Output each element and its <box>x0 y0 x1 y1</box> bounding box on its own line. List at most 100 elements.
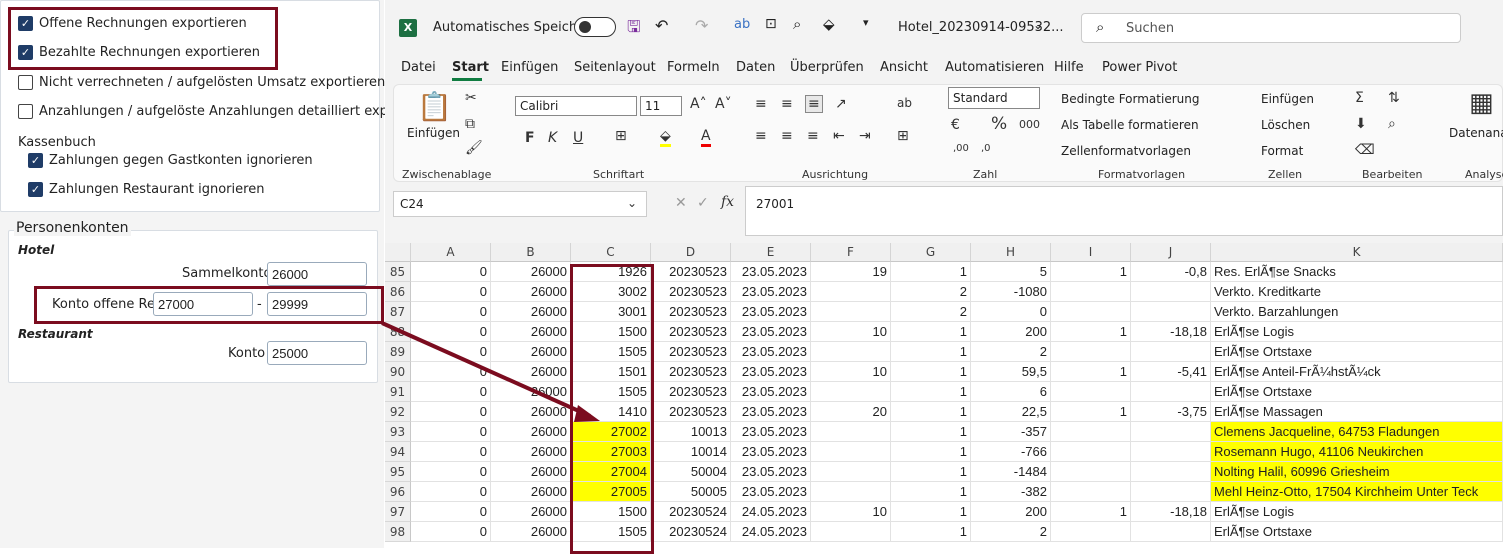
cell-h89[interactable]: 2 <box>971 342 1051 362</box>
font-color-icon[interactable]: A <box>701 128 711 147</box>
shrink-font-icon[interactable]: A˅ <box>715 96 732 112</box>
data-analysis-icon[interactable]: ▦ <box>1469 88 1494 118</box>
data-analysis-label[interactable]: Datenanal <box>1449 126 1503 140</box>
cell-j94[interactable] <box>1131 442 1211 462</box>
cell-e91[interactable]: 23.05.2023 <box>731 382 811 402</box>
fill-color-icon[interactable]: ⬙ <box>823 15 835 33</box>
cell-j95[interactable] <box>1131 462 1211 482</box>
cell-d92[interactable]: 20230523 <box>651 402 731 422</box>
column-header-j[interactable]: J <box>1131 243 1211 262</box>
cell-f97[interactable]: 10 <box>811 502 891 522</box>
cell-d96[interactable]: 50005 <box>651 482 731 502</box>
function-icon[interactable]: fx <box>721 194 734 210</box>
cell-e89[interactable]: 23.05.2023 <box>731 342 811 362</box>
row-header[interactable]: 91 <box>385 382 411 402</box>
align-middle-icon[interactable]: ≡ <box>781 96 793 112</box>
cell-e96[interactable]: 23.05.2023 <box>731 482 811 502</box>
cell-a88[interactable]: 0 <box>411 322 491 342</box>
cell-j96[interactable] <box>1131 482 1211 502</box>
tab-power-pivot[interactable]: Power Pivot <box>1102 60 1177 75</box>
cell-b87[interactable]: 26000 <box>491 302 571 322</box>
indent-increase-icon[interactable]: ⇥ <box>859 128 871 144</box>
column-header-k[interactable]: K <box>1211 243 1503 262</box>
font-select[interactable]: Calibri <box>515 96 637 116</box>
konto-input[interactable] <box>267 341 367 365</box>
fill-icon[interactable]: ⬇ <box>1355 116 1367 132</box>
chevron-down-icon[interactable]: ⌄ <box>627 196 637 210</box>
column-header-a[interactable]: A <box>411 243 491 262</box>
paste-icon[interactable]: 📋 <box>417 90 452 123</box>
bold-icon[interactable]: F <box>525 130 535 146</box>
cell-k93[interactable]: Clemens Jacqueline, 64753 Fladungen <box>1211 422 1503 442</box>
cell-k95[interactable]: Nolting Halil, 60996 Griesheim <box>1211 462 1503 482</box>
cell-h91[interactable]: 6 <box>971 382 1051 402</box>
cell-d93[interactable]: 10013 <box>651 422 731 442</box>
row-header[interactable]: 93 <box>385 422 411 442</box>
cell-f94[interactable] <box>811 442 891 462</box>
increase-decimal-icon[interactable]: ,00 <box>953 143 969 154</box>
column-header-e[interactable]: E <box>731 243 811 262</box>
spelling-icon[interactable]: ab <box>734 17 750 32</box>
cell-d87[interactable]: 20230523 <box>651 302 731 322</box>
italic-icon[interactable]: K <box>548 130 557 146</box>
cell-i87[interactable] <box>1051 302 1131 322</box>
row-header[interactable]: 95 <box>385 462 411 482</box>
percent-icon[interactable]: % <box>991 114 1007 134</box>
cell-a87[interactable]: 0 <box>411 302 491 322</box>
cell-g96[interactable]: 1 <box>891 482 971 502</box>
cell-i85[interactable]: 1 <box>1051 262 1131 282</box>
cell-d94[interactable]: 10014 <box>651 442 731 462</box>
cell-g94[interactable]: 1 <box>891 442 971 462</box>
cell-k90[interactable]: ErlÃ¶se Anteil-FrÃ¼hstÃ¼ck <box>1211 362 1503 382</box>
cancel-icon[interactable]: ✕ <box>675 195 687 211</box>
cell-a85[interactable]: 0 <box>411 262 491 282</box>
cell-g93[interactable]: 1 <box>891 422 971 442</box>
row-header[interactable]: 89 <box>385 342 411 362</box>
cell-e90[interactable]: 23.05.2023 <box>731 362 811 382</box>
cell-h96[interactable]: -382 <box>971 482 1051 502</box>
cell-g97[interactable]: 1 <box>891 502 971 522</box>
cell-k98[interactable]: ErlÃ¶se Ortstaxe <box>1211 522 1503 542</box>
redo-icon[interactable]: ↷ <box>695 16 708 35</box>
cell-i96[interactable] <box>1051 482 1131 502</box>
cell-j86[interactable] <box>1131 282 1211 302</box>
cell-b95[interactable]: 26000 <box>491 462 571 482</box>
cell-e88[interactable]: 23.05.2023 <box>731 322 811 342</box>
paste-label[interactable]: Einfügen <box>407 126 460 140</box>
worksheet-grid[interactable]: A B C D E F G H I J K 85 0 26000 1926 20230523 23.05.202… <box>385 243 1503 548</box>
cell-b97[interactable]: 26000 <box>491 502 571 522</box>
row-header[interactable]: 85 <box>385 262 411 282</box>
cell-g98[interactable]: 1 <box>891 522 971 542</box>
cell-j89[interactable] <box>1131 342 1211 362</box>
conditional-formatting-button[interactable]: Bedingte Formatierung <box>1061 92 1199 106</box>
autosum-icon[interactable]: Σ <box>1355 90 1364 106</box>
tab-ansicht[interactable]: Ansicht <box>880 60 928 75</box>
cell-b94[interactable]: 26000 <box>491 442 571 462</box>
cell-h98[interactable]: 2 <box>971 522 1051 542</box>
cell-b93[interactable]: 26000 <box>491 422 571 442</box>
cell-a98[interactable]: 0 <box>411 522 491 542</box>
cell-i91[interactable] <box>1051 382 1131 402</box>
cell-j85[interactable]: -0,8 <box>1131 262 1211 282</box>
checkbox-nicht-verrechnet[interactable]: Nicht verrechneten / aufgelösten Umsatz … <box>18 75 385 90</box>
cell-i94[interactable] <box>1051 442 1131 462</box>
cell-e95[interactable]: 23.05.2023 <box>731 462 811 482</box>
cell-j90[interactable]: -5,41 <box>1131 362 1211 382</box>
cell-d86[interactable]: 20230523 <box>651 282 731 302</box>
cell-a89[interactable]: 0 <box>411 342 491 362</box>
tab-seitenlayout[interactable]: Seitenlayout <box>574 60 656 75</box>
search-box[interactable]: ⌕ Suchen <box>1081 13 1461 43</box>
cell-k96[interactable]: Mehl Heinz-Otto, 17504 Kirchheim Unter T… <box>1211 482 1503 502</box>
cell-d95[interactable]: 50004 <box>651 462 731 482</box>
row-header[interactable]: 92 <box>385 402 411 422</box>
checkbox-anzahlungen[interactable]: Anzahlungen / aufgelöste Anzahlungen det… <box>18 104 401 119</box>
chevron-down-icon[interactable]: ⌄ <box>1033 18 1043 32</box>
select-all-corner[interactable] <box>385 243 411 262</box>
cell-j91[interactable] <box>1131 382 1211 402</box>
borders-icon[interactable]: ⊞ <box>615 128 627 144</box>
cell-e97[interactable]: 24.05.2023 <box>731 502 811 522</box>
cell-k94[interactable]: Rosemann Hugo, 41106 Neukirchen <box>1211 442 1503 462</box>
checkbox-restaurant[interactable]: ✓ Zahlungen Restaurant ignorieren <box>28 182 264 197</box>
cell-e93[interactable]: 23.05.2023 <box>731 422 811 442</box>
save-icon[interactable]: 🖫 <box>627 16 641 43</box>
